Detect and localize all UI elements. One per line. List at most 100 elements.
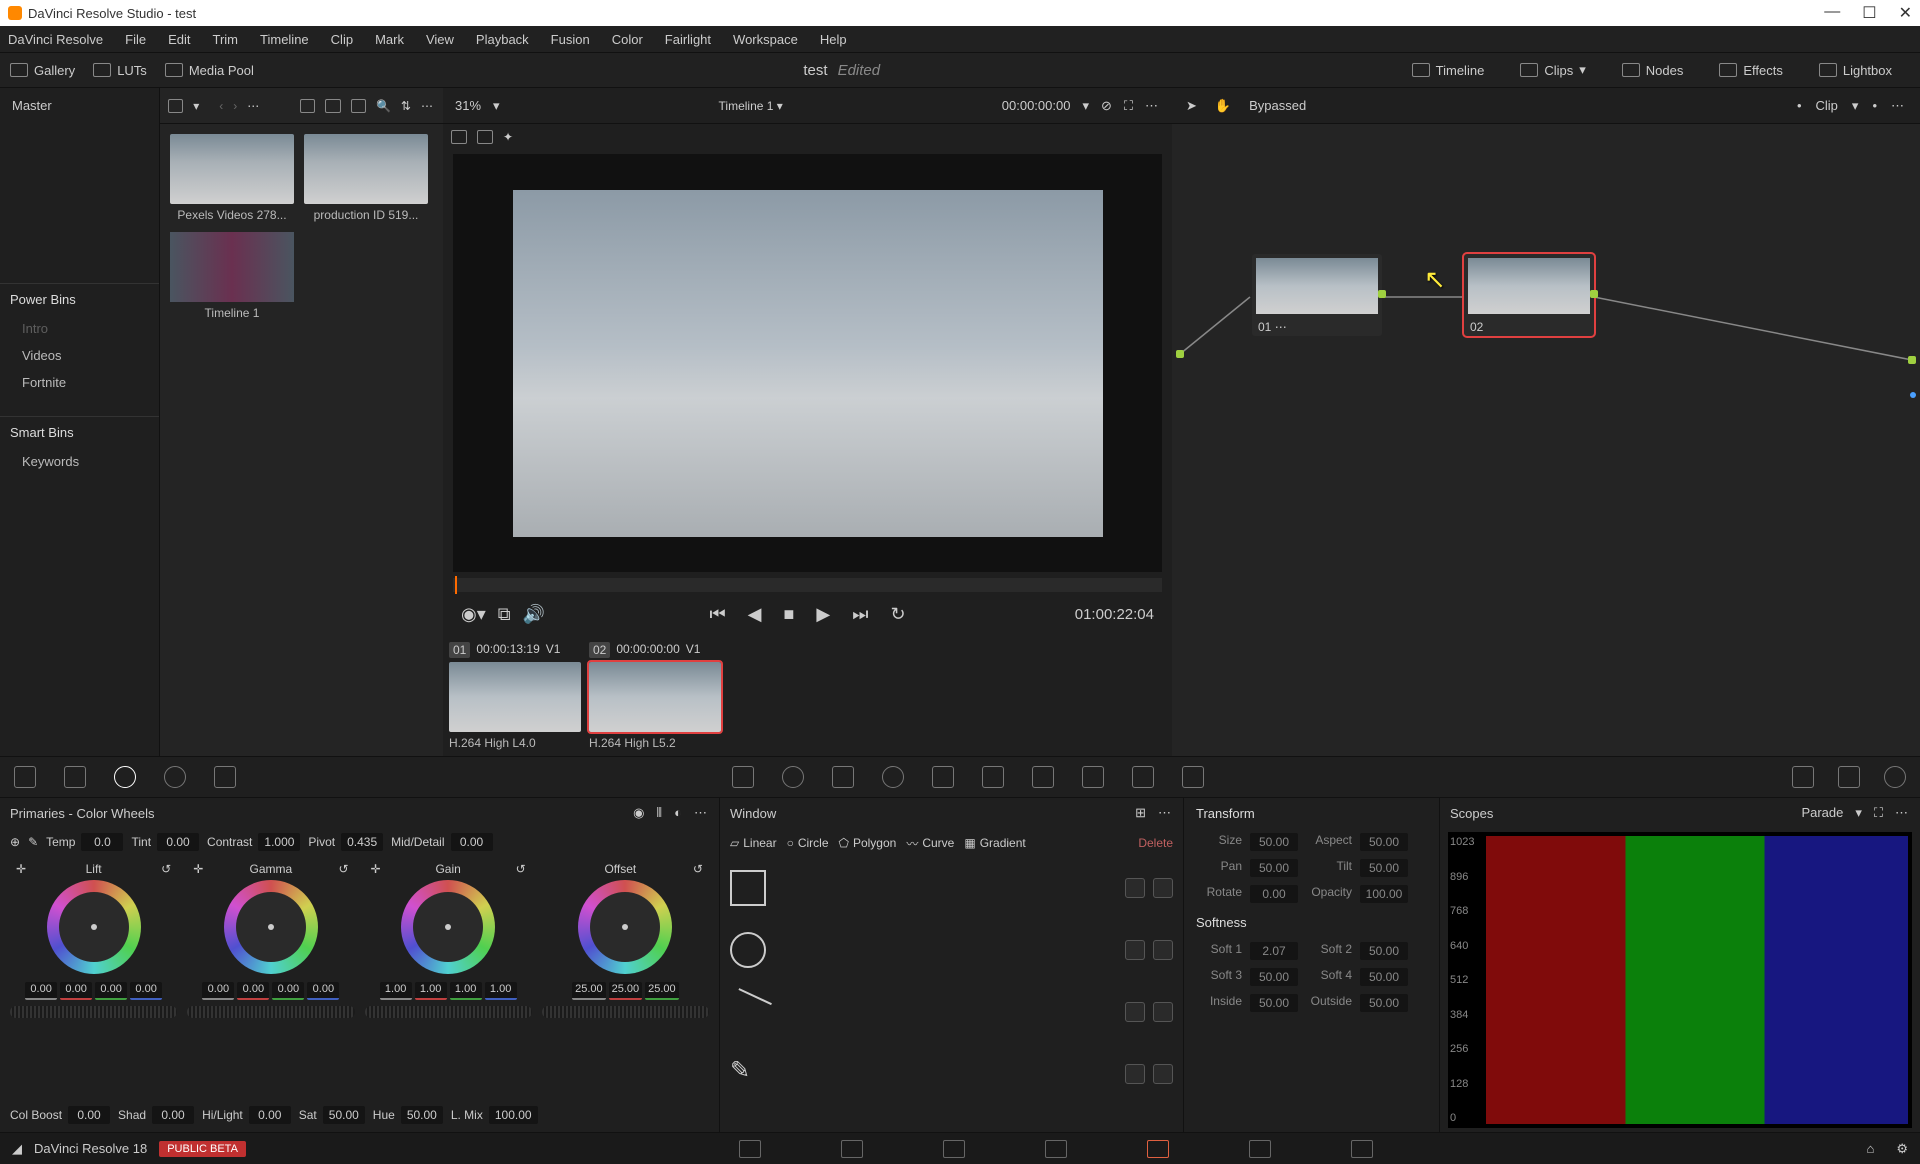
- scope-options-icon[interactable]: ⋯: [1895, 805, 1910, 821]
- node-02-selected[interactable]: 02: [1464, 254, 1594, 336]
- colboost-value[interactable]: 0.00: [68, 1106, 110, 1124]
- scope-display[interactable]: 1023896768 640512384 2561280: [1448, 832, 1912, 1128]
- bin-item[interactable]: Intro: [0, 315, 159, 342]
- picker-icon[interactable]: ⊕: [10, 835, 20, 849]
- menu-item[interactable]: Clip: [331, 32, 353, 47]
- chevron-down-icon[interactable]: ▾: [193, 99, 199, 113]
- node-alpha-anchor[interactable]: [1910, 392, 1916, 398]
- 3d-icon[interactable]: [1182, 766, 1204, 788]
- log-mode-icon[interactable]: ◐: [674, 805, 682, 821]
- node-input-anchor[interactable]: [1176, 350, 1184, 358]
- chevron-down-icon[interactable]: ▾: [1852, 98, 1859, 114]
- gain-wheel[interactable]: [401, 880, 495, 974]
- powerbins-header[interactable]: Power Bins: [0, 283, 159, 315]
- node-options-icon[interactable]: ⋯: [1891, 98, 1906, 114]
- magic-mask-icon[interactable]: [982, 766, 1004, 788]
- sizing-icon[interactable]: [1132, 766, 1154, 788]
- color-match-icon[interactable]: [64, 766, 86, 788]
- options-icon[interactable]: ⋯: [247, 99, 261, 113]
- bin-view-icon[interactable]: [168, 99, 183, 113]
- node-01[interactable]: 01 ⋯: [1252, 254, 1382, 336]
- gradient-tool[interactable]: ▦Gradient: [964, 836, 1025, 850]
- cut-page-button[interactable]: [841, 1140, 863, 1158]
- menu-item[interactable]: View: [426, 32, 454, 47]
- minimize-button[interactable]: —: [1824, 3, 1840, 23]
- menu-item[interactable]: DaVinci Resolve: [8, 32, 103, 47]
- first-frame-button[interactable]: ⏮: [709, 604, 725, 625]
- shape-row[interactable]: ✎: [730, 1050, 1173, 1098]
- bin-item[interactable]: Videos: [0, 342, 159, 369]
- thumb-view-icon[interactable]: [300, 99, 315, 113]
- master-bin[interactable]: Master: [0, 88, 159, 123]
- media-thumb[interactable]: production ID 519...: [304, 134, 428, 222]
- wheels-icon[interactable]: [114, 766, 136, 788]
- edit-page-button[interactable]: [943, 1140, 965, 1158]
- viewer-options-icon[interactable]: ⋯: [1145, 98, 1160, 114]
- expand-icon[interactable]: ⛶: [1124, 98, 1133, 114]
- linear-tool[interactable]: ▱Linear: [730, 836, 777, 850]
- shape-row[interactable]: [730, 926, 1173, 974]
- step-fwd-button[interactable]: ⏭: [852, 604, 868, 625]
- color-page-button[interactable]: [1147, 1140, 1169, 1158]
- jog-icon[interactable]: ◉▾: [461, 604, 486, 625]
- hand-icon[interactable]: ✋: [1215, 98, 1231, 114]
- chevron-down-icon[interactable]: ▾: [1082, 98, 1089, 114]
- mediapool-button[interactable]: Media Pool: [165, 63, 254, 78]
- prim-options-icon[interactable]: ⋯: [694, 805, 709, 821]
- polygon-tool[interactable]: ⬠Polygon: [839, 836, 897, 850]
- shape-row[interactable]: [730, 988, 1173, 1036]
- gamma-wheel[interactable]: [224, 880, 318, 974]
- menu-item[interactable]: Help: [820, 32, 847, 47]
- circle-tool[interactable]: ○Circle: [787, 836, 829, 850]
- node-output-anchor[interactable]: [1908, 356, 1916, 364]
- pick-icon[interactable]: ✛: [16, 862, 26, 876]
- lightbox-button[interactable]: Lightbox: [1819, 63, 1892, 78]
- pointer-icon[interactable]: ➤: [1186, 98, 1197, 114]
- lift-wheel[interactable]: [47, 880, 141, 974]
- keyframe-icon[interactable]: [1792, 766, 1814, 788]
- wand-icon[interactable]: ✦: [503, 130, 513, 144]
- maximize-button[interactable]: ☐: [1862, 3, 1876, 23]
- shape-row[interactable]: [730, 864, 1173, 912]
- window-icon[interactable]: [882, 766, 904, 788]
- node-graph-canvas[interactable]: 01 ⋯ 02 ↖: [1172, 124, 1920, 756]
- bypass-icon[interactable]: ⊘: [1101, 98, 1112, 114]
- timeline-button[interactable]: Timeline: [1412, 63, 1485, 78]
- highlight-icon[interactable]: [451, 130, 467, 144]
- mute-icon[interactable]: 🔊: [523, 604, 545, 625]
- chevron-down-icon[interactable]: ▾: [493, 98, 500, 114]
- gamma-jog[interactable]: [187, 1006, 354, 1018]
- offset-wheel[interactable]: [578, 880, 672, 974]
- rgb-mixer-icon[interactable]: [214, 766, 236, 788]
- menu-item[interactable]: Fairlight: [665, 32, 711, 47]
- split-icon[interactable]: [477, 130, 493, 144]
- playhead-icon[interactable]: [455, 576, 457, 594]
- media-thumb[interactable]: Timeline 1: [170, 232, 294, 320]
- key-icon[interactable]: [1082, 766, 1104, 788]
- camera-raw-icon[interactable]: [14, 766, 36, 788]
- menu-item[interactable]: Trim: [213, 32, 239, 47]
- tint-value[interactable]: 0.00: [157, 833, 199, 851]
- grid-view-icon[interactable]: [325, 99, 340, 113]
- stop-button[interactable]: ■: [784, 604, 795, 625]
- hdr-icon[interactable]: [164, 766, 186, 788]
- menu-item[interactable]: Fusion: [551, 32, 590, 47]
- media-thumb[interactable]: Pexels Videos 278...: [170, 134, 294, 222]
- viewer-scrubber[interactable]: [453, 578, 1162, 592]
- warper-icon[interactable]: [782, 766, 804, 788]
- nav-back-icon[interactable]: ‹: [219, 99, 223, 113]
- pivot-value[interactable]: 0.435: [341, 833, 383, 851]
- window-options-icon[interactable]: ⋯: [1158, 805, 1173, 821]
- more-icon[interactable]: ⋯: [421, 99, 435, 113]
- viewer-canvas[interactable]: [453, 154, 1162, 572]
- clip-thumb[interactable]: 0100:00:13:19V1 H.264 High L4.0: [449, 642, 581, 748]
- viewer-timecode[interactable]: 00:00:00:00: [1002, 98, 1071, 113]
- clip-mode[interactable]: Clip: [1816, 98, 1838, 113]
- menu-item[interactable]: Workspace: [733, 32, 798, 47]
- fusion-page-button[interactable]: [1045, 1140, 1067, 1158]
- offset-jog[interactable]: [542, 1006, 709, 1018]
- fairlight-page-button[interactable]: [1249, 1140, 1271, 1158]
- smartbins-header[interactable]: Smart Bins: [0, 416, 159, 448]
- menu-item[interactable]: Edit: [168, 32, 190, 47]
- menu-item[interactable]: Timeline: [260, 32, 309, 47]
